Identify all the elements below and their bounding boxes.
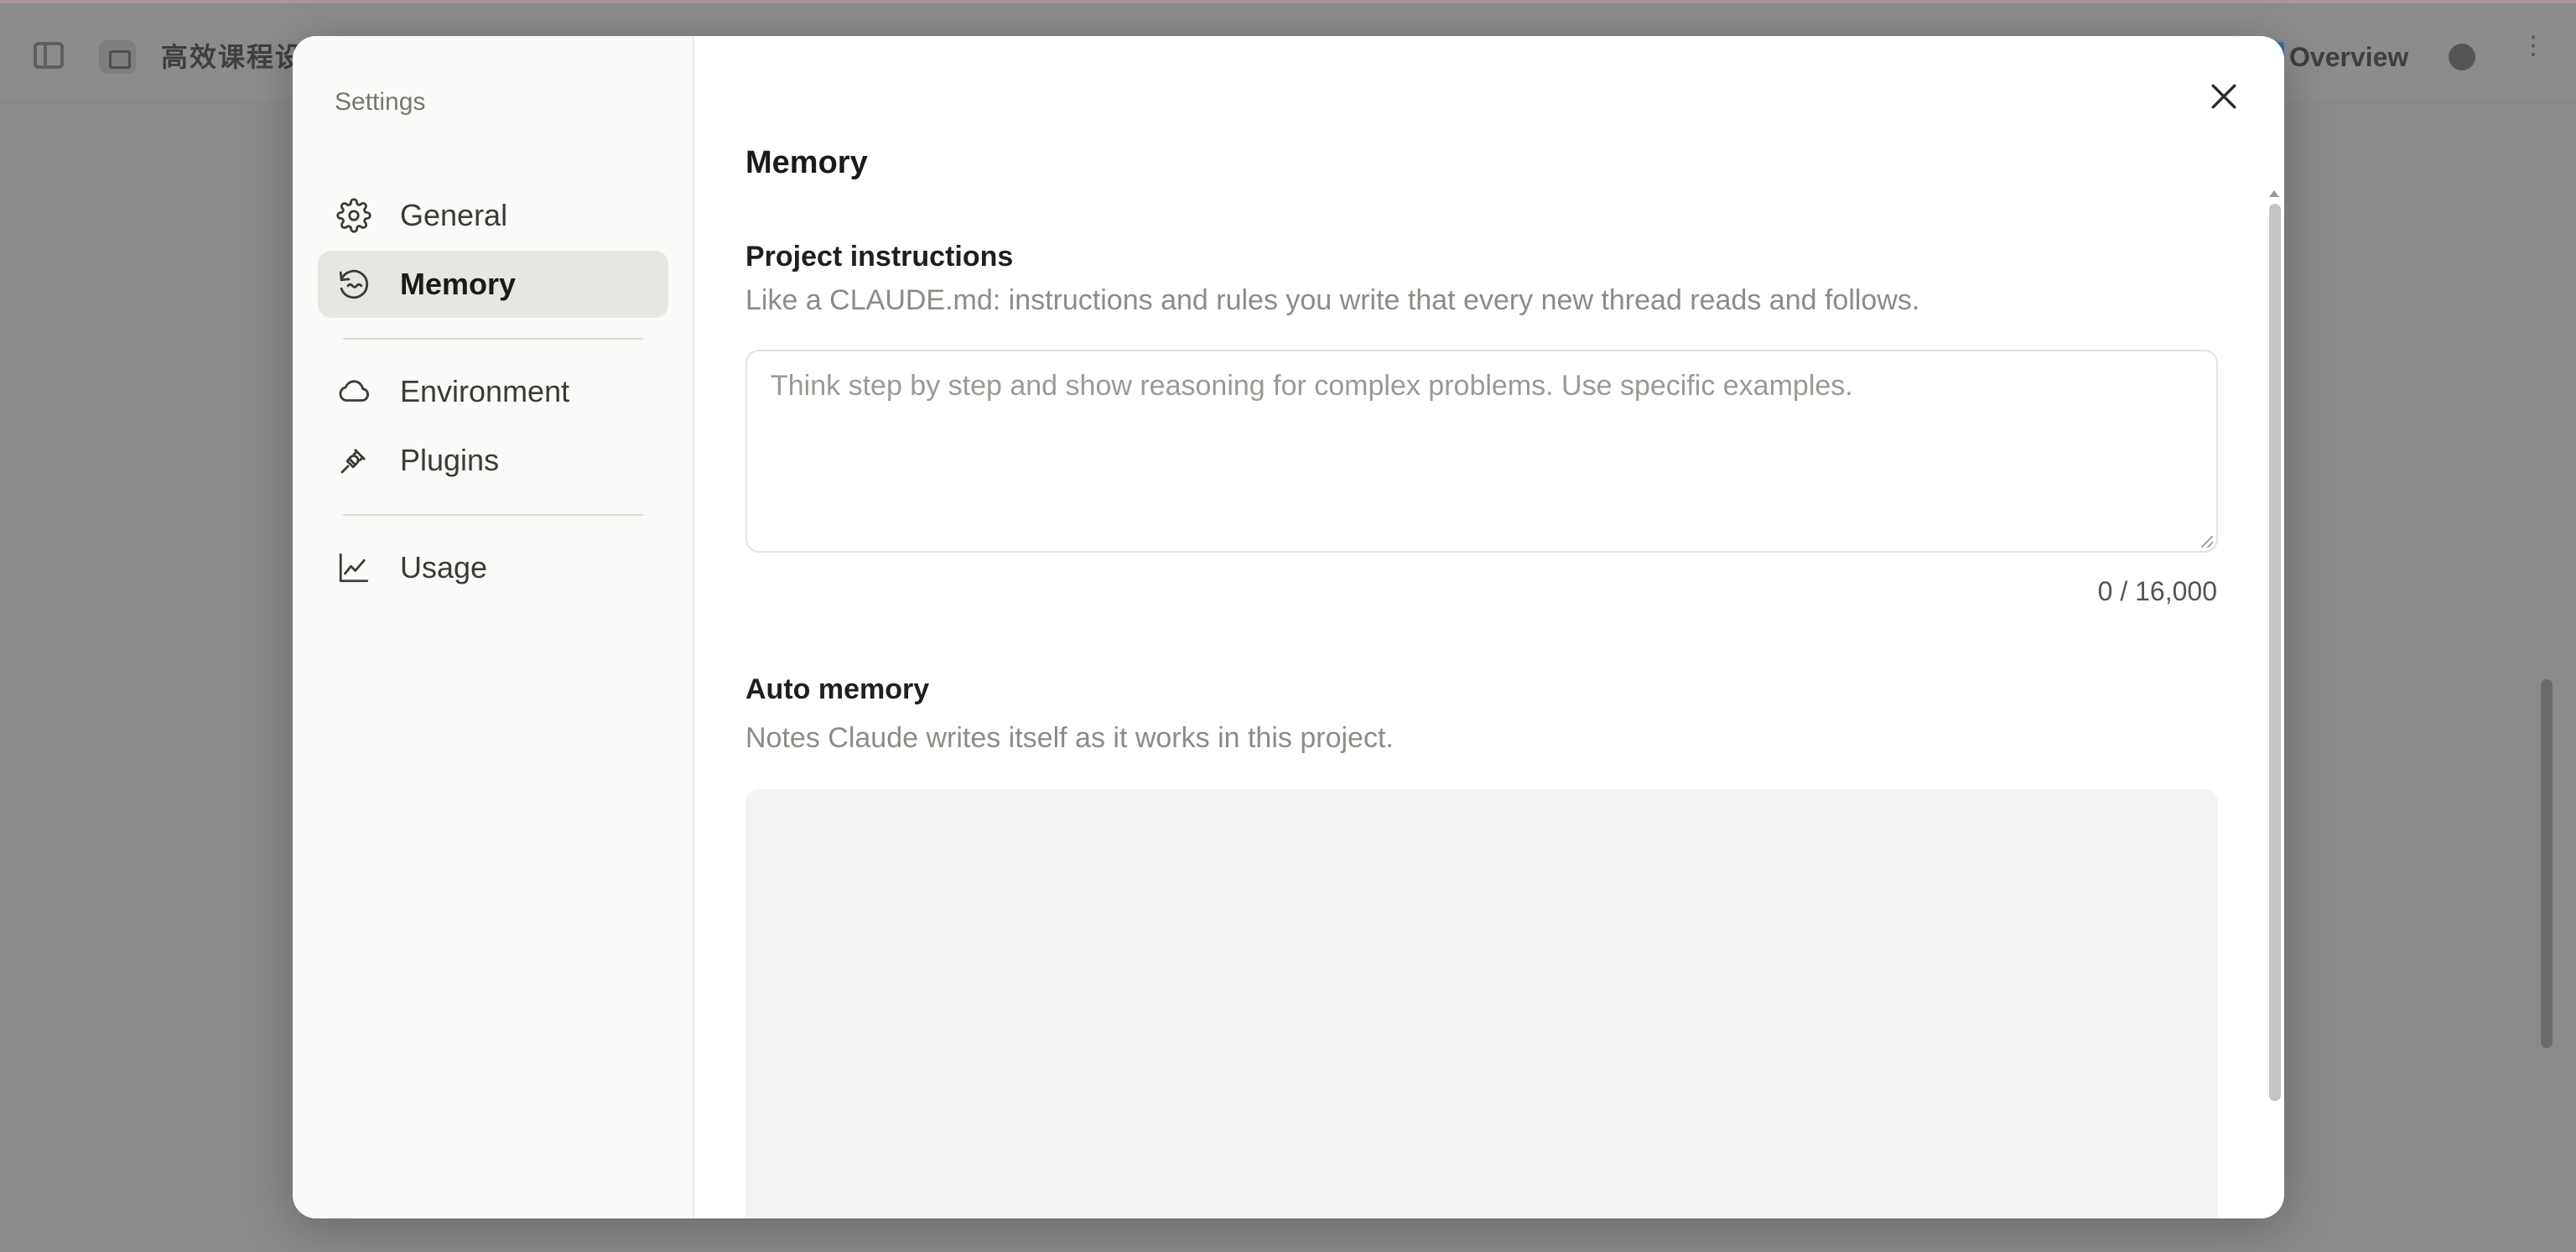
cloud-icon xyxy=(336,374,371,409)
settings-icon xyxy=(2449,44,2475,70)
auto-memory-description: Notes Claude writes itself as it works i… xyxy=(745,722,1394,754)
page-title: Memory xyxy=(745,145,868,180)
sidebar-item-label: Plugins xyxy=(400,443,500,477)
content-scrollbar[interactable] xyxy=(2269,204,2281,1101)
close-button[interactable] xyxy=(2205,78,2242,115)
settings-content: Memory Project instructions Like a CLAUD… xyxy=(695,36,2284,1218)
gear-icon xyxy=(336,198,371,233)
character-count: 0 / 16,000 xyxy=(2097,576,2217,606)
sidebar-divider xyxy=(343,338,643,340)
settings-modal: Settings General Memory Environment Plug… xyxy=(293,36,2284,1218)
sidebar-item-label: Usage xyxy=(400,550,488,584)
folder-icon xyxy=(99,40,136,74)
sidebar-divider xyxy=(343,514,643,516)
chart-icon xyxy=(336,550,371,585)
sidebar-item-label: Memory xyxy=(400,267,517,301)
close-icon xyxy=(2211,84,2236,109)
resize-handle-icon[interactable] xyxy=(2201,536,2213,548)
sidebar-item-memory[interactable]: Memory xyxy=(318,251,668,318)
plug-icon xyxy=(336,443,371,478)
sidebar-item-plugins[interactable]: Plugins xyxy=(318,427,668,494)
sidebar-toggle-icon xyxy=(34,42,64,69)
auto-memory-panel xyxy=(745,789,2218,1218)
project-instructions-input[interactable] xyxy=(745,350,2218,553)
sidebar-heading: Settings xyxy=(335,88,426,116)
sidebar-item-general[interactable]: General xyxy=(318,182,668,249)
memory-icon xyxy=(336,267,371,302)
scroll-up-arrow-icon[interactable] xyxy=(2269,190,2279,197)
project-instructions-title: Project instructions xyxy=(745,241,1014,273)
sidebar-item-label: Environment xyxy=(400,374,570,408)
background-scrollbar xyxy=(2541,679,2553,1048)
settings-sidebar: Settings General Memory Environment Plug… xyxy=(293,36,694,1218)
sidebar-item-label: General xyxy=(400,198,508,232)
more-options-icon: ⋮ xyxy=(2521,32,2546,60)
auto-memory-title: Auto memory xyxy=(745,673,930,705)
sidebar-item-usage[interactable]: Usage xyxy=(318,534,668,601)
project-instructions-description: Like a CLAUDE.md: instructions and rules… xyxy=(745,284,1920,316)
background-overview-tab: Overview xyxy=(2289,42,2409,72)
sidebar-item-environment[interactable]: Environment xyxy=(318,358,668,425)
